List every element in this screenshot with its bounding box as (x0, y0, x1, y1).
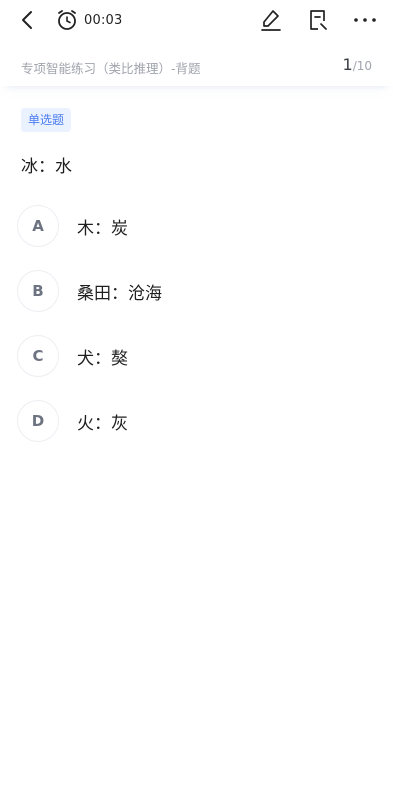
option-text: 火：灰 (77, 413, 128, 434)
current-question-number: 1 (342, 55, 353, 74)
pencil-icon (261, 10, 281, 31)
sub-header: 专项智能练习（类比推理）-背题 1/10 (0, 46, 393, 86)
question-type-tag: 单选题 (21, 108, 72, 132)
option-letter: C (17, 335, 59, 377)
option-d[interactable]: D 火：灰 (17, 398, 377, 444)
question-pager[interactable]: 1/10 (343, 55, 373, 74)
total-questions: /10 (352, 59, 372, 73)
more-button[interactable] (352, 7, 378, 33)
option-letter: B (17, 270, 59, 312)
practice-page: 00:03 专项智能练习（类比推理）-背题 1/10 单选题 冰：水 A 木：炭… (0, 0, 393, 786)
option-text: 木：炭 (77, 218, 128, 239)
back-button[interactable] (16, 8, 38, 32)
back-icon (22, 11, 32, 29)
option-text: 犬：獒 (77, 348, 128, 369)
edit-button[interactable] (258, 7, 284, 33)
notebook-icon (310, 10, 327, 30)
alarm-clock-icon (58, 10, 76, 30)
exercise-title: 专项智能练习（类比推理）-背题 (21, 61, 201, 76)
option-letter: D (17, 400, 59, 442)
timer[interactable]: 00:03 (56, 7, 122, 33)
question-stem: 冰：水 (21, 157, 72, 177)
option-c[interactable]: C 犬：獒 (17, 333, 377, 379)
option-b[interactable]: B 桑田：沧海 (17, 268, 377, 314)
option-letter: A (17, 205, 59, 247)
more-icon (354, 18, 376, 22)
note-button[interactable] (305, 7, 331, 33)
option-text: 桑田：沧海 (77, 283, 162, 304)
top-bar: 00:03 (0, 0, 393, 40)
timer-text: 00:03 (84, 12, 123, 28)
option-a[interactable]: A 木：炭 (17, 203, 377, 249)
